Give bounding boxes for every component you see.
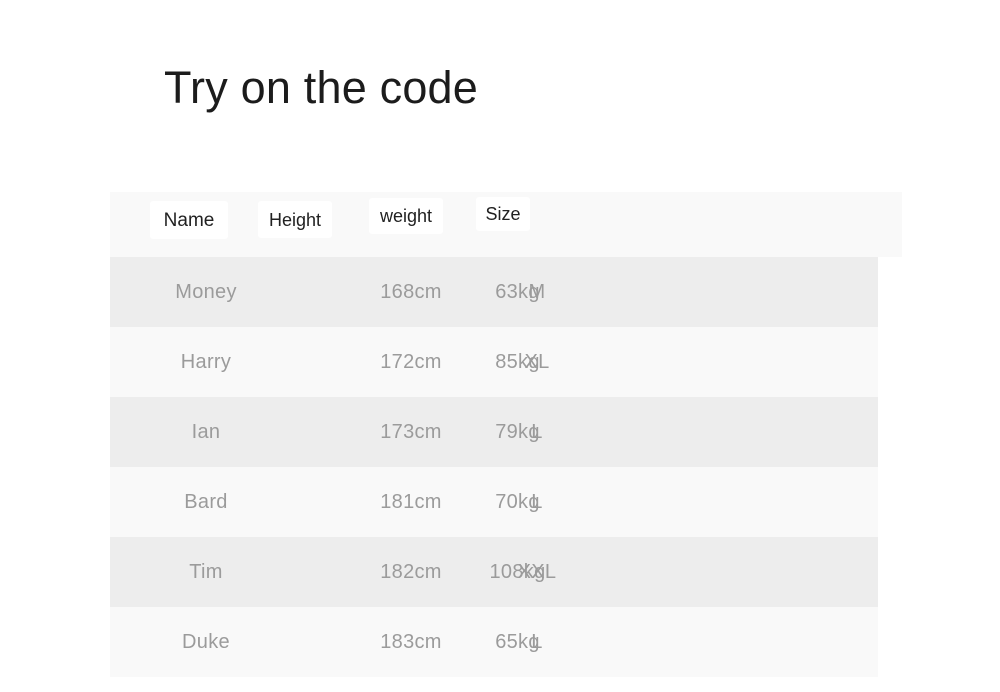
table-header-row: Name Height weight Size bbox=[110, 192, 902, 257]
table-body: Money 168cm 63kg M Harry 172cm 85kg XL I… bbox=[110, 257, 878, 677]
table-row[interactable]: Duke 183cm 65kg L bbox=[110, 607, 878, 677]
cell-name: Tim bbox=[189, 560, 223, 583]
cell-size: XXL bbox=[517, 560, 557, 583]
table-row[interactable]: Tim 182cm 108kg XXL bbox=[110, 537, 878, 607]
table-row[interactable]: Bard 181cm 70kg L bbox=[110, 467, 878, 537]
column-header-size[interactable]: Size bbox=[476, 197, 530, 231]
page-title: Try on the code bbox=[164, 62, 479, 114]
cell-name: Bard bbox=[184, 490, 228, 513]
cell-size: XL bbox=[524, 350, 550, 373]
cell-name: Harry bbox=[180, 350, 232, 373]
cell-name: Money bbox=[175, 280, 237, 303]
cell-size: M bbox=[528, 280, 546, 303]
table-row[interactable]: Harry 172cm 85kg XL bbox=[110, 327, 878, 397]
cell-size: L bbox=[531, 420, 543, 443]
table-row[interactable]: Money 168cm 63kg M bbox=[110, 257, 878, 327]
size-chart-table: Name Height weight Size Money 168cm 63kg… bbox=[110, 192, 902, 677]
column-header-name[interactable]: Name bbox=[150, 201, 228, 239]
cell-size: L bbox=[531, 490, 543, 513]
table-row[interactable]: Ian 173cm 79kg L bbox=[110, 397, 878, 467]
column-header-weight[interactable]: weight bbox=[369, 198, 443, 234]
cell-name: Ian bbox=[191, 420, 221, 443]
column-header-height[interactable]: Height bbox=[258, 201, 332, 238]
cell-size: L bbox=[531, 630, 543, 653]
cell-name: Duke bbox=[182, 630, 230, 653]
